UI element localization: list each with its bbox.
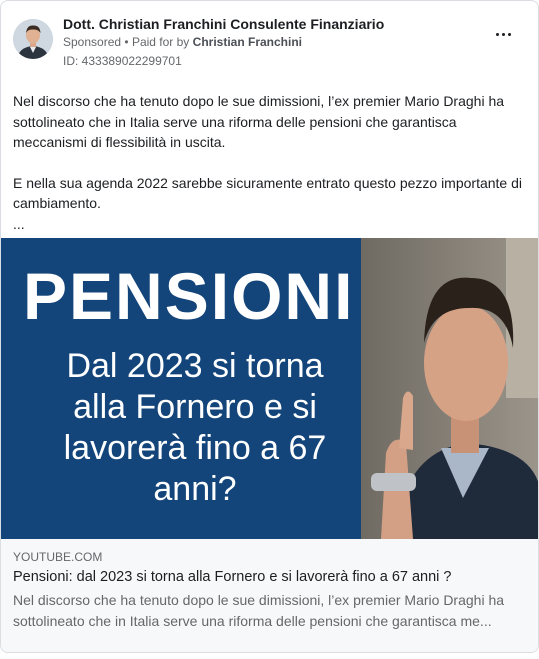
body-line: meccanismi di flessibilità in uscita. [13, 134, 226, 150]
paid-for-prefix: Paid for by [131, 35, 190, 49]
sponsored-label: Sponsored [63, 35, 122, 49]
body-line: cambiamento. [13, 195, 101, 211]
ad-card: Dott. Christian Franchini Consulente Fin… [0, 0, 539, 653]
more-options-icon[interactable] [494, 27, 514, 43]
post-body: Nel discorso che ha tenuto dopo le sue d… [13, 91, 528, 234]
thumbnail-subtitle-line: lavorerà fino a 67 [63, 429, 327, 467]
link-description: Nel discorso che ha tenuto dopo le sue d… [13, 590, 523, 631]
link-domain: YOUTUBE.COM [13, 550, 103, 564]
link-title[interactable]: Pensioni: dal 2023 si torna alla Fornero… [13, 569, 452, 585]
body-line: Nel discorso che ha tenuto dopo le sue d… [13, 93, 505, 109]
thumbnail-subtitle-line: anni? [153, 470, 237, 508]
video-thumbnail[interactable]: PENSIONI Dal 2023 si torna alla Fornero … [1, 238, 538, 539]
thumbnail-subtitle: Dal 2023 si torna alla Fornero e si lavo… [15, 346, 375, 510]
link-description-line: Nel discorso che ha tenuto dopo le sue d… [13, 592, 505, 608]
ad-id: ID: 433389022299701 [63, 54, 182, 68]
thumbnail-subtitle-line: alla Fornero e si [73, 388, 317, 426]
thumbnail-subtitle-line: Dal 2023 si torna [66, 347, 324, 385]
link-description-line: sottolineato che in Italia serve una rif… [13, 612, 492, 629]
page-avatar[interactable] [13, 19, 53, 59]
body-line: sottolineato che in Italia serve una rif… [13, 113, 457, 130]
paid-for-name[interactable]: Christian Franchini [193, 35, 302, 49]
post-header: Dott. Christian Franchini Consulente Fin… [13, 13, 526, 69]
link-preview[interactable]: YOUTUBE.COM Pensioni: dal 2023 si torna … [1, 539, 538, 652]
sponsored-line: Sponsored • Paid for by Christian Franch… [63, 35, 302, 49]
thumbnail-title: PENSIONI [23, 259, 355, 333]
page-name[interactable]: Dott. Christian Franchini Consulente Fin… [63, 16, 384, 32]
body-line: E nella sua agenda 2022 sarebbe sicurame… [13, 174, 523, 191]
separator-dot: • [124, 35, 129, 49]
see-more-ellipsis[interactable]: ... [13, 214, 528, 235]
avatar-portrait [13, 19, 53, 59]
